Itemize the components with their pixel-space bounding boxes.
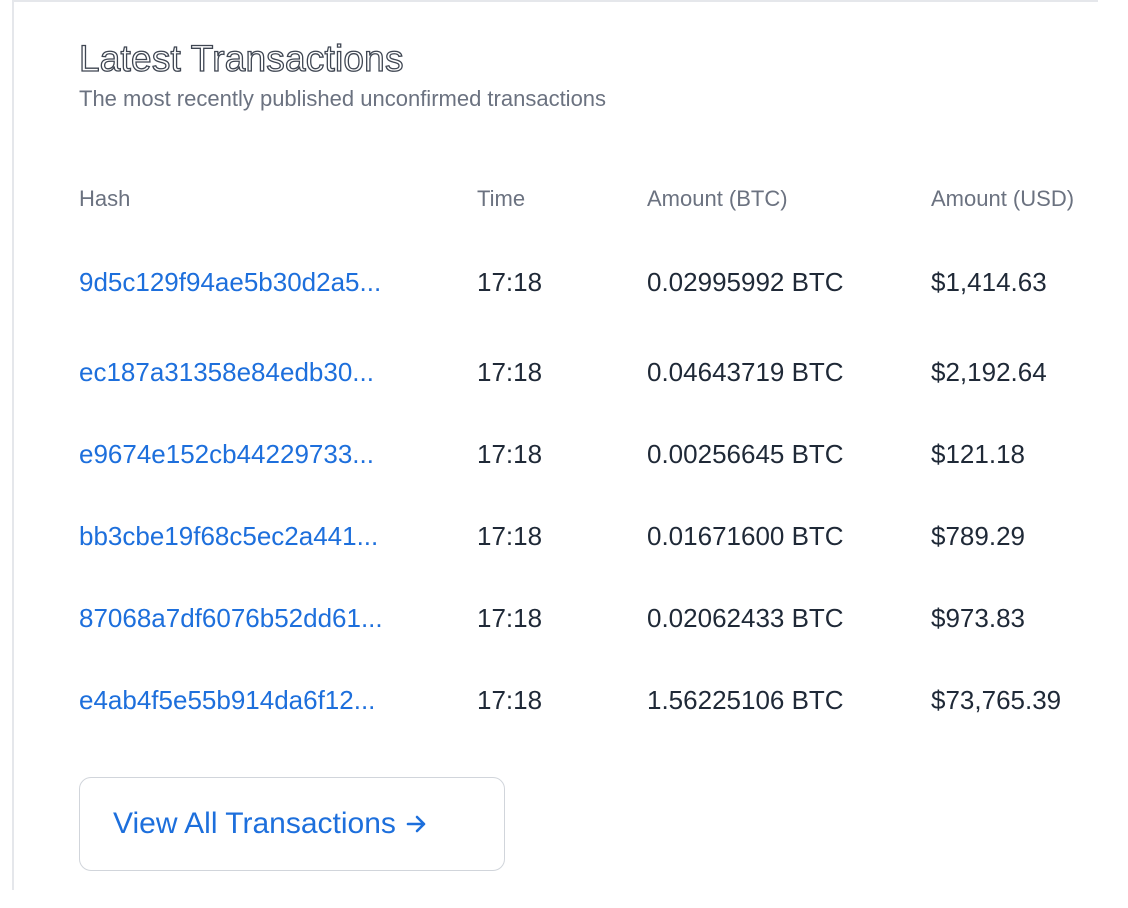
- amount-usd-cell: $973.83: [931, 602, 1025, 633]
- column-header-time: Time: [477, 186, 526, 211]
- view-all-transactions-button[interactable]: View All Transactions: [79, 777, 505, 871]
- hash-cell: e9674e152cb44229733...: [79, 413, 477, 495]
- amount-usd-cell: $789.29: [931, 520, 1025, 551]
- transaction-hash-link[interactable]: 9d5c129f94ae5b30d2a5...: [79, 267, 439, 298]
- latest-transactions-panel: Latest Transactions The most recently pu…: [78, 36, 1109, 714]
- time-cell: 17:18: [477, 266, 543, 297]
- panel-left-border: [12, 0, 14, 890]
- section-title: Latest Transactions: [78, 37, 404, 79]
- view-all-transactions-label: View All Transactions: [113, 807, 396, 840]
- amount-usd-cell: $1,414.63: [931, 266, 1047, 297]
- transactions-table: Hash Time Amount (BTC) Amount (USD) 9d5c…: [79, 173, 1109, 741]
- time-cell: 17:18: [477, 520, 543, 551]
- arrow-right-icon: [406, 813, 428, 835]
- table-row: 9d5c129f94ae5b30d2a5... 17:18 0.02995992…: [79, 225, 1109, 331]
- table-row: e4ab4f5e55b914da6f12... 17:18 1.56225106…: [79, 659, 1109, 741]
- table-row: 87068a7df6076b52dd61... 17:18 0.02062433…: [79, 577, 1109, 659]
- amount-usd-cell: $121.18: [931, 438, 1025, 469]
- amount-usd-cell: $73,765.39: [931, 684, 1062, 715]
- hash-cell: bb3cbe19f68c5ec2a441...: [79, 495, 477, 577]
- transaction-hash-link[interactable]: ec187a31358e84edb30...: [79, 357, 439, 388]
- column-header-amount-btc: Amount (BTC): [647, 186, 788, 211]
- section-subtitle: The most recently published unconfirmed …: [79, 86, 607, 111]
- amount-btc-cell: 0.04643719 BTC: [647, 356, 844, 387]
- time-cell: 17:18: [477, 356, 543, 387]
- time-cell: 17:18: [477, 438, 543, 469]
- transaction-hash-link[interactable]: 87068a7df6076b52dd61...: [79, 603, 439, 634]
- panel-top-border: [12, 0, 1098, 2]
- amount-btc-cell: 1.56225106 BTC: [647, 684, 844, 715]
- amount-btc-cell: 0.02995992 BTC: [647, 266, 844, 297]
- transaction-hash-link[interactable]: e9674e152cb44229733...: [79, 439, 439, 470]
- table-row: ec187a31358e84edb30... 17:18 0.04643719 …: [79, 331, 1109, 413]
- time-cell: 17:18: [477, 684, 543, 715]
- hash-cell: e4ab4f5e55b914da6f12...: [79, 659, 477, 741]
- column-header-hash: Hash: [79, 186, 131, 211]
- amount-btc-cell: 0.01671600 BTC: [647, 520, 844, 551]
- table-row: bb3cbe19f68c5ec2a441... 17:18 0.01671600…: [79, 495, 1109, 577]
- hash-cell: 9d5c129f94ae5b30d2a5...: [79, 225, 477, 331]
- transaction-hash-link[interactable]: bb3cbe19f68c5ec2a441...: [79, 521, 439, 552]
- hash-cell: ec187a31358e84edb30...: [79, 331, 477, 413]
- time-cell: 17:18: [477, 602, 543, 633]
- table-header-row: Hash Time Amount (BTC) Amount (USD): [79, 173, 1109, 225]
- table-row: e9674e152cb44229733... 17:18 0.00256645 …: [79, 413, 1109, 495]
- hash-cell: 87068a7df6076b52dd61...: [79, 577, 477, 659]
- amount-btc-cell: 0.00256645 BTC: [647, 438, 844, 469]
- column-header-amount-usd: Amount (USD): [931, 186, 1075, 211]
- transaction-hash-link[interactable]: e4ab4f5e55b914da6f12...: [79, 685, 439, 716]
- amount-usd-cell: $2,192.64: [931, 356, 1047, 387]
- amount-btc-cell: 0.02062433 BTC: [647, 602, 844, 633]
